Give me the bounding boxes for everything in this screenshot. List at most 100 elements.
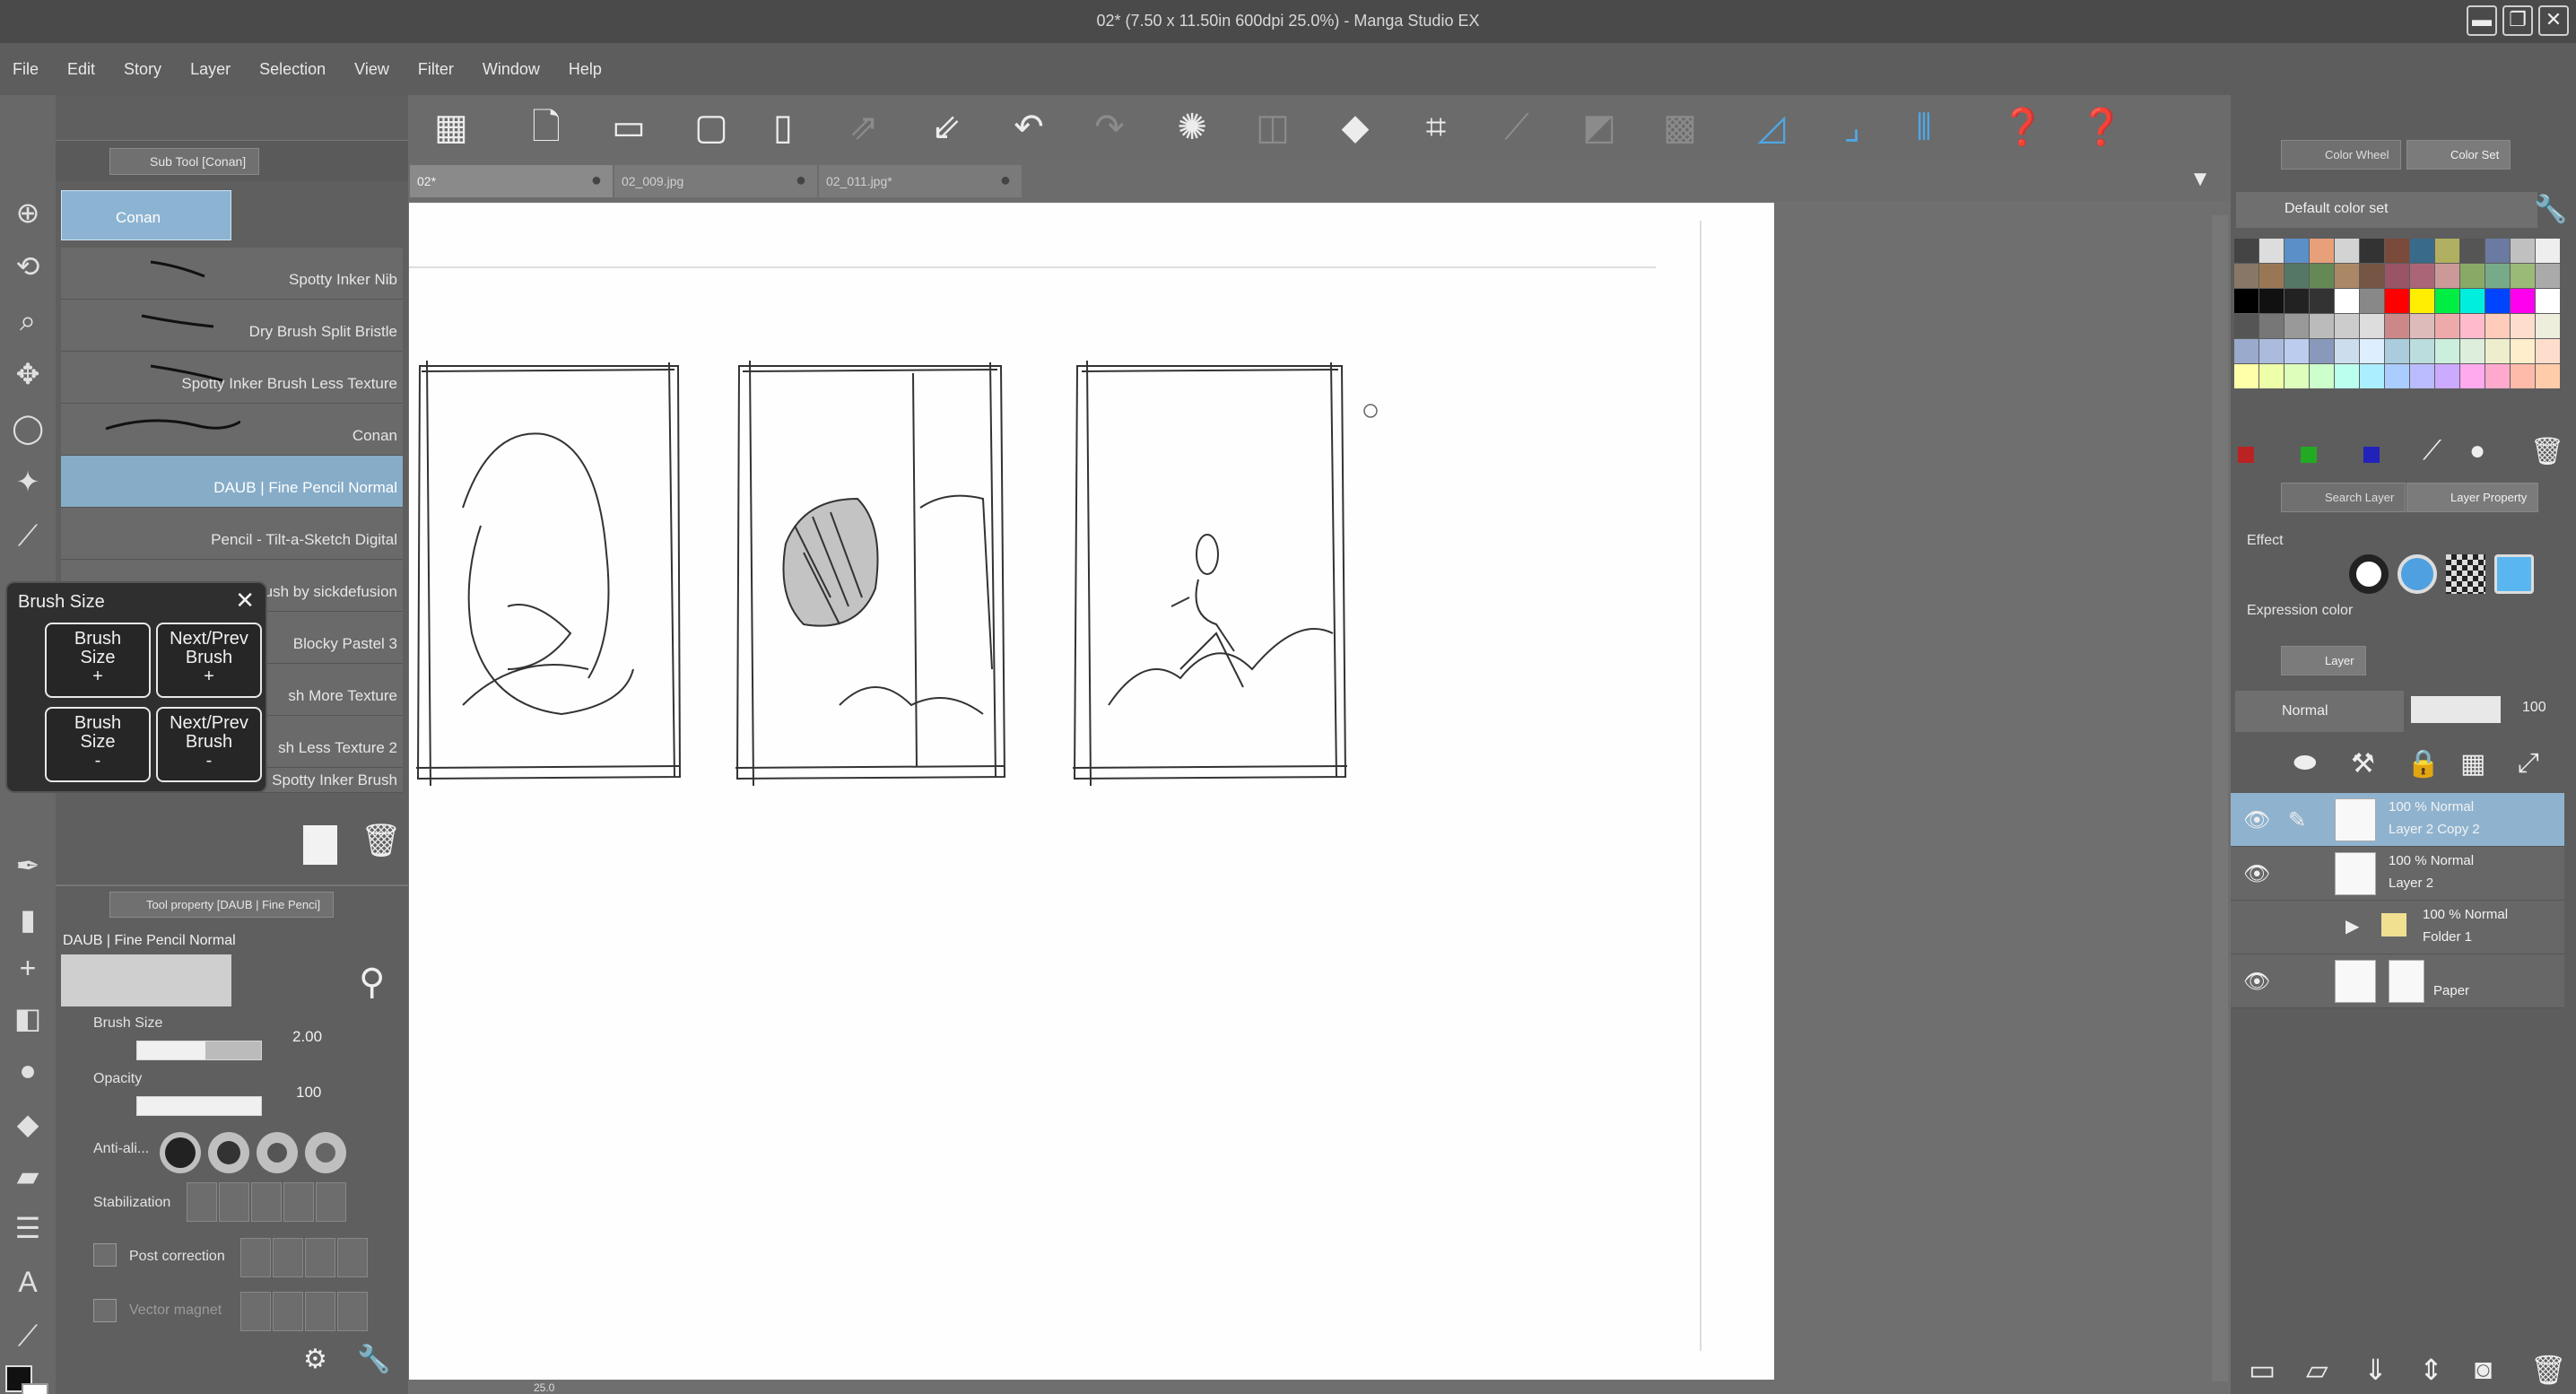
color-swatch[interactable] <box>2234 239 2258 263</box>
menu-help[interactable]: Help <box>569 60 602 79</box>
redo-icon[interactable]: ↷ <box>1086 104 1133 151</box>
open-folder-icon[interactable]: ▭ <box>605 104 652 151</box>
color-swatch[interactable] <box>2460 364 2485 388</box>
color-swatch[interactable] <box>2360 264 2384 288</box>
color-swatch[interactable] <box>2234 339 2258 363</box>
delete-subtool-icon[interactable]: 🗑 <box>361 822 402 859</box>
grid-icon[interactable]: ▦ <box>428 104 474 151</box>
recent-color-swatch[interactable] <box>2238 447 2254 463</box>
transfer-icon[interactable]: ⇕ <box>2419 1353 2443 1387</box>
transform-icon[interactable]: ⌗ <box>1413 104 1459 151</box>
balloon-icon[interactable]: ⟋ <box>7 1315 48 1356</box>
color-swatch[interactable] <box>2460 314 2485 338</box>
color-swatch[interactable] <box>2385 364 2409 388</box>
color-swatch[interactable] <box>2335 314 2359 338</box>
import-icon[interactable]: ⇙ <box>923 104 970 151</box>
color-swatch[interactable] <box>2310 364 2334 388</box>
tab-layer-property[interactable]: Layer Property <box>2406 483 2539 512</box>
pen-pressure-icon[interactable]: ◿ <box>1748 104 1795 151</box>
brush-item[interactable]: Conan <box>61 404 403 456</box>
close-tab-icon[interactable]: ● <box>796 170 806 191</box>
effect-border-button[interactable] <box>2349 554 2389 594</box>
close-tab-icon[interactable]: ● <box>591 170 602 191</box>
color-swatch[interactable] <box>2460 239 2485 263</box>
color-swatch[interactable] <box>2284 239 2309 263</box>
tab-search-layer[interactable]: Search Layer <box>2281 483 2406 512</box>
menu-layer[interactable]: Layer <box>190 60 231 79</box>
ruler-icon[interactable]: ⟋ <box>1493 104 1540 151</box>
color-swatch[interactable] <box>2360 364 2384 388</box>
color-swatch[interactable] <box>2335 364 2359 388</box>
layer-row[interactable]: ▶ 100 % Normal Folder 1 <box>2231 901 2564 954</box>
color-swatch[interactable] <box>2259 239 2284 263</box>
wrench-icon[interactable]: 🔧 <box>357 1344 390 1375</box>
brush-size-plus-button[interactable]: Brush Size + <box>45 623 151 698</box>
layer-row[interactable]: 👁 Paper <box>2231 954 2564 1008</box>
export-icon[interactable]: ⇗ <box>840 104 887 151</box>
color-swatch[interactable] <box>2284 314 2309 338</box>
canvas-paper[interactable] <box>409 203 1774 1380</box>
vector-magnet-selector[interactable] <box>240 1292 368 1331</box>
color-swatch[interactable] <box>2485 289 2510 313</box>
menu-filter[interactable]: Filter <box>418 60 454 79</box>
anti-alias-medium[interactable] <box>257 1132 298 1173</box>
menu-window[interactable]: Window <box>483 60 540 79</box>
color-swatch[interactable] <box>2485 314 2510 338</box>
recent-color-swatch[interactable] <box>2301 447 2317 463</box>
marker-icon[interactable]: ▮ <box>7 899 48 940</box>
lock-icon[interactable]: 🔒 <box>2406 748 2440 780</box>
frame-icon[interactable]: ☰ <box>7 1207 48 1249</box>
tool-property-tab[interactable]: Tool property [DAUB | Fine Penci] <box>109 892 335 918</box>
brush-item[interactable]: Spotty Inker Brush Less Texture <box>61 352 403 404</box>
chevron-down-icon[interactable]: ▼ <box>2177 156 2224 203</box>
pen-tool-icon[interactable]: ✒ <box>7 845 48 886</box>
color-swatch[interactable] <box>2536 239 2560 263</box>
color-swatch[interactable] <box>2536 314 2560 338</box>
post-correction-checkbox[interactable] <box>93 1243 117 1267</box>
tab-color-set[interactable]: Color Set <box>2406 140 2511 170</box>
visibility-eye-icon[interactable]: 👁 <box>2243 861 2270 887</box>
color-swatch[interactable] <box>2435 264 2459 288</box>
expand-folder-icon[interactable]: ▶ <box>2345 915 2359 937</box>
brush-item[interactable]: Spotty Inker Nib <box>61 248 403 300</box>
color-swatch[interactable] <box>2435 289 2459 313</box>
color-swatch[interactable] <box>2385 264 2409 288</box>
color-swatch[interactable] <box>2410 339 2434 363</box>
color-swatch[interactable] <box>2310 314 2334 338</box>
save-icon[interactable]: ▢ <box>688 104 735 151</box>
color-swatch[interactable] <box>2485 364 2510 388</box>
menu-view[interactable]: View <box>354 60 389 79</box>
color-swatch[interactable] <box>2385 239 2409 263</box>
color-swatch[interactable] <box>2335 264 2359 288</box>
color-swatch[interactable] <box>2460 289 2485 313</box>
close-icon[interactable]: ✕ <box>235 587 255 614</box>
color-swatch[interactable] <box>2385 289 2409 313</box>
color-swatch[interactable] <box>2435 364 2459 388</box>
maximize-button[interactable]: ❐ <box>2502 5 2533 36</box>
effect-color-button[interactable] <box>2398 554 2437 594</box>
brush-item-selected[interactable]: DAUB | Fine Pencil Normal <box>61 456 403 508</box>
fill-icon[interactable]: ◩ <box>1576 104 1623 151</box>
menu-selection[interactable]: Selection <box>259 60 326 79</box>
menu-story[interactable]: Story <box>124 60 161 79</box>
undo-icon[interactable]: ↶ <box>1005 104 1052 151</box>
tab-layer[interactable]: Layer <box>2281 646 2366 675</box>
brush-size-slider[interactable] <box>136 1041 262 1060</box>
layer-row[interactable]: 👁 100 % Normal Layer 2 <box>2231 847 2564 901</box>
post-correction-selector[interactable] <box>240 1238 368 1277</box>
settings-icon[interactable]: ⚙ <box>303 1344 327 1375</box>
eraser-icon[interactable]: ◆ <box>1332 104 1379 151</box>
color-swatch[interactable] <box>2410 239 2434 263</box>
delete-color-icon[interactable]: 🗑 <box>2530 436 2564 467</box>
doc-tab[interactable]: 02_009.jpg ● <box>614 165 817 197</box>
opacity-slider[interactable] <box>136 1096 262 1116</box>
minimize-button[interactable]: ▬ <box>2467 5 2497 36</box>
stamp-icon[interactable]: ◫ <box>1249 104 1296 151</box>
color-swatch[interactable] <box>2259 264 2284 288</box>
subtool-group[interactable]: Conan <box>61 190 231 240</box>
color-swatch[interactable] <box>2410 364 2434 388</box>
brush-item[interactable]: Dry Brush Split Bristle <box>61 300 403 352</box>
merge-down-icon[interactable]: ⇓ <box>2363 1353 2388 1387</box>
color-swatch[interactable] <box>2485 239 2510 263</box>
color-swatches[interactable] <box>2234 239 2568 418</box>
